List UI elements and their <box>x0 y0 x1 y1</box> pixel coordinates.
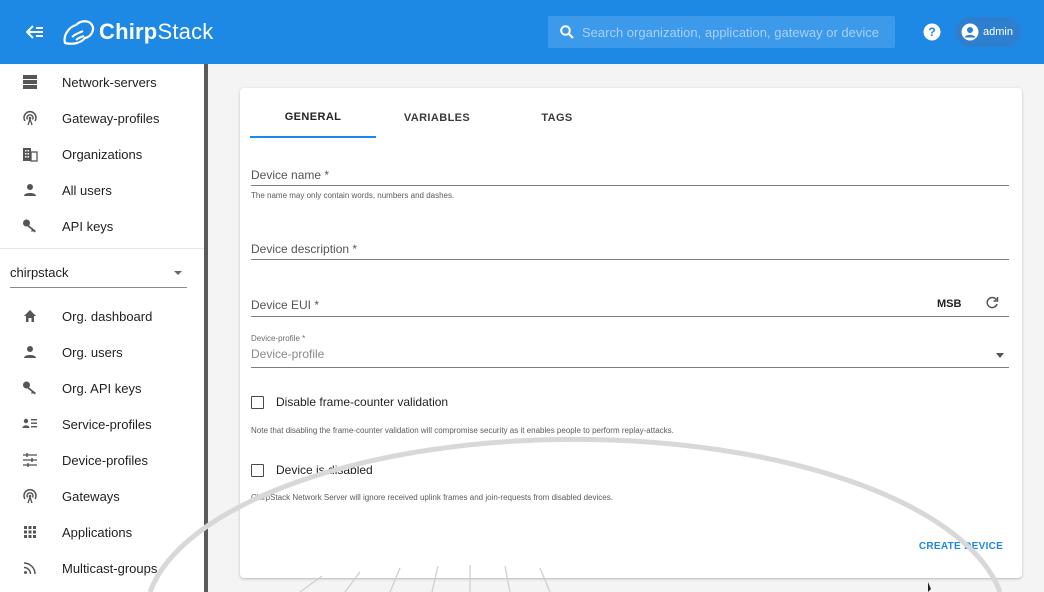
rss-icon <box>20 558 40 578</box>
device-eui-field[interactable]: Device EUI * MSB <box>251 296 1009 320</box>
sidebar-resize-handle[interactable] <box>204 64 208 592</box>
refresh-icon[interactable] <box>985 296 999 315</box>
dropdown-arrow-icon <box>174 270 182 275</box>
skip-fcnt-checkbox[interactable] <box>251 395 264 409</box>
byte-order-toggle[interactable]: MSB <box>937 298 961 310</box>
device-profile-select[interactable]: Device-profile * Device-profile <box>251 334 1009 370</box>
server-icon <box>20 72 40 92</box>
is-disabled-label: Device is disabled <box>276 463 373 477</box>
chirpstack-logo[interactable]: ChirpStack <box>61 14 213 50</box>
gateway-icon <box>20 108 40 128</box>
user-name: admin <box>983 26 1013 38</box>
form-tabs: GENERAL VARIABLES TAGS <box>250 98 616 138</box>
skip-fcnt-help: Note that disabling the frame-counter va… <box>251 426 674 435</box>
app-name: ChirpStack <box>99 19 214 44</box>
device-description-label: Device description * <box>251 242 358 256</box>
key-icon <box>20 216 40 236</box>
help-icon[interactable]: ? <box>922 22 942 42</box>
device-eui-label: Device EUI * <box>251 298 320 312</box>
home-icon <box>20 306 40 326</box>
chirpstack-logo-icon <box>63 20 95 45</box>
sidebar-item-gateways[interactable]: Gateways <box>0 478 204 514</box>
device-description-underline <box>251 259 1009 260</box>
building-icon <box>20 144 40 164</box>
apps-grid-icon <box>20 522 40 542</box>
tab-tags[interactable]: TAGS <box>498 98 616 138</box>
is-disabled-row[interactable]: Device is disabled <box>251 463 373 477</box>
device-name-underline <box>251 185 1009 186</box>
gateway-icon <box>20 486 40 506</box>
organization-select[interactable]: chirpstack <box>10 258 187 288</box>
device-profile-icon <box>20 450 40 470</box>
sidebar: Network-servers Gateway-profiles Organiz <box>0 64 204 592</box>
device-description-field[interactable]: Device description * <box>251 240 1009 264</box>
sidebar-item-multicast-groups[interactable]: Multicast-groups <box>0 550 204 586</box>
sidebar-item-org-dashboard[interactable]: Org. dashboard <box>0 298 204 334</box>
account-circle-icon <box>961 23 979 41</box>
skip-fcnt-label: Disable frame-counter validation <box>276 395 449 409</box>
tab-general[interactable]: GENERAL <box>250 98 376 138</box>
tab-variables[interactable]: VARIABLES <box>376 98 498 138</box>
global-search[interactable] <box>548 16 895 48</box>
search-input[interactable] <box>582 24 882 40</box>
organization-select-value: chirpstack <box>10 265 69 280</box>
search-icon <box>560 25 574 39</box>
create-device-card: GENERAL VARIABLES TAGS Device name * The… <box>240 88 1022 578</box>
sidebar-item-api-keys[interactable]: API keys <box>0 208 204 244</box>
svg-text:?: ? <box>928 25 935 39</box>
device-name-help: The name may only contain words, numbers… <box>251 191 455 200</box>
is-disabled-help: ChirpStack Network Server will ignore re… <box>251 493 613 502</box>
app-header: ChirpStack ? admin <box>0 0 1044 64</box>
device-profile-label: Device-profile * <box>251 334 306 343</box>
key-icon <box>20 378 40 398</box>
sidebar-item-organizations[interactable]: Organizations <box>0 136 204 172</box>
user-icon <box>20 342 40 362</box>
collapse-menu-icon[interactable] <box>24 21 46 43</box>
device-profile-underline <box>251 367 1009 368</box>
sidebar-item-all-users[interactable]: All users <box>0 172 204 208</box>
user-icon <box>20 180 40 200</box>
create-device-button[interactable]: CREATE DEVICE <box>912 534 1010 558</box>
sidebar-item-org-api-keys[interactable]: Org. API keys <box>0 370 204 406</box>
sidebar-divider <box>0 248 204 249</box>
device-profile-placeholder: Device-profile <box>251 347 325 361</box>
skip-fcnt-check-row[interactable]: Disable frame-counter validation <box>251 395 448 409</box>
sidebar-item-gateway-profiles[interactable]: Gateway-profiles <box>0 100 204 136</box>
user-menu-button[interactable]: admin <box>955 17 1021 47</box>
service-profile-icon <box>20 414 40 434</box>
is-disabled-checkbox[interactable] <box>251 463 264 477</box>
sidebar-item-service-profiles[interactable]: Service-profiles <box>0 406 204 442</box>
device-eui-underline <box>251 316 1009 317</box>
sidebar-item-applications[interactable]: Applications <box>0 514 204 550</box>
sidebar-item-device-profiles[interactable]: Device-profiles <box>0 442 204 478</box>
sidebar-item-network-servers[interactable]: Network-servers <box>0 64 204 100</box>
device-name-label: Device name * <box>251 168 330 182</box>
device-name-field[interactable]: Device name * The name may only contain … <box>251 166 1009 206</box>
sidebar-item-org-users[interactable]: Org. users <box>0 334 204 370</box>
dropdown-arrow-icon <box>996 353 1004 358</box>
